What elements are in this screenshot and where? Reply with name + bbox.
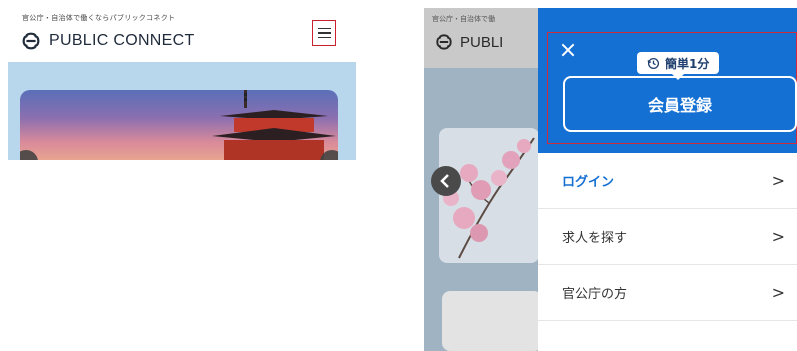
pagoda-image [212,90,336,160]
chevron-left-icon [440,174,449,188]
carousel-prev-button[interactable] [431,166,461,196]
hamburger-line [317,27,331,30]
content-card [442,291,542,351]
chevron-right-icon: > [771,171,785,190]
navigation-drawer: 会員登録 簡単1分 ログイン > 求人を探す > 官公庁の方 > [538,8,797,351]
hamburger-menu-button[interactable] [312,20,336,46]
menu-item-label: ログイン [562,175,615,190]
mobile-screen-closed: 官公庁・自治体で働くならパブリックコネクト PUBLIC CONNECT [0,0,356,160]
dimmed-background-page[interactable]: 官公庁・自治体で働 PUBLI [424,8,542,351]
register-button[interactable]: 会員登録 [563,76,797,132]
brand-mark-icon [22,32,40,50]
brand-mark-icon [436,34,452,50]
close-icon[interactable] [560,42,576,58]
carousel-prev-button[interactable] [20,150,38,160]
history-clock-icon [647,57,660,69]
brand-name: PUBLI [460,33,504,51]
hamburger-line [317,32,331,34]
drawer-menu-list: ログイン > 求人を探す > 官公庁の方 > [538,153,797,321]
menu-item-find-jobs[interactable]: 求人を探す > [538,209,797,265]
hero-image [20,90,338,160]
brand-logo[interactable]: PUBLIC CONNECT [20,30,195,52]
menu-item-label: 官公庁の方 [562,287,628,302]
chevron-right-icon: > [771,283,785,302]
badge-text: 簡単1分 [665,56,710,71]
mobile-screen-menu-open: 官公庁・自治体で働 PUBLI 会員登録 簡単1分 ログイン > 求人を探す >… [424,8,797,351]
brand-name: PUBLIC CONNECT [49,32,195,49]
hamburger-line [317,36,331,39]
register-button-label: 会員登録 [647,96,712,115]
menu-item-government[interactable]: 官公庁の方 > [538,265,797,321]
brand-logo: PUBLI [434,32,503,52]
site-tagline: 官公庁・自治体で働 [432,15,495,23]
site-tagline: 官公庁・自治体で働くならパブリックコネクト [22,14,176,22]
quick-signup-badge: 簡単1分 [637,52,720,80]
menu-item-login[interactable]: ログイン > [538,153,797,209]
chevron-right-icon: > [771,227,785,246]
menu-item-label: 求人を探す [562,231,628,246]
